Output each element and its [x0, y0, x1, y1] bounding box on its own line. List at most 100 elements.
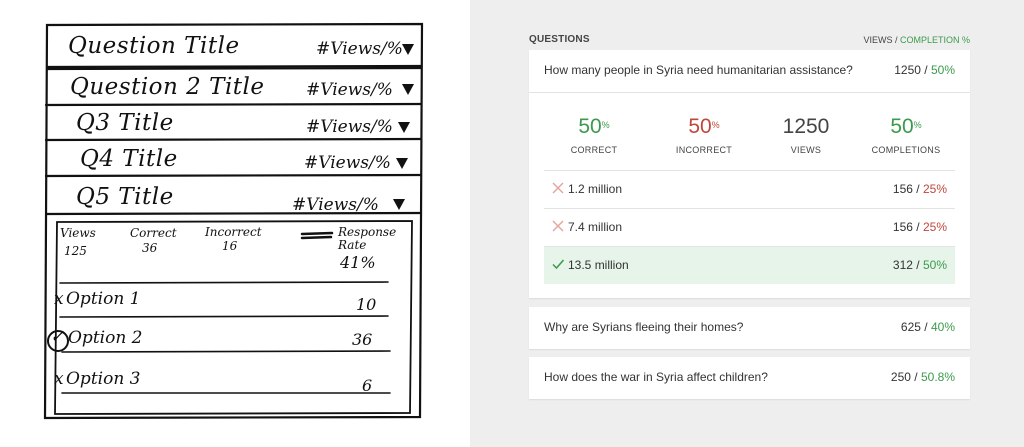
answer-count: 312 [892, 258, 913, 272]
stats-row: 50% CORRECT 50% INCORRECT 1250 VIEWS 50%… [529, 93, 970, 169]
stat-incorrect: 50% INCORRECT [649, 115, 759, 155]
stat-correct: 50% CORRECT [539, 115, 649, 155]
question-card[interactable]: How does the war in Syria affect childre… [529, 357, 970, 399]
sketch-option-value: 10 [356, 295, 377, 314]
stat-label: INCORRECT [675, 145, 733, 155]
views-count: 250 [890, 370, 911, 384]
sketch-chevron-down-icon [402, 44, 414, 55]
sketch-option-mark: x [54, 369, 64, 389]
stat-value: 50% [539, 115, 649, 139]
sketch-stat-value: 16 [222, 239, 238, 253]
sketch-row-1-title: Question Title [68, 33, 240, 59]
x-icon [552, 220, 564, 232]
answer-metric: 312 / 50% [893, 258, 947, 272]
section-header: QUESTIONS VIEWS / COMPLETION % [529, 34, 970, 48]
stat-value: 50% [851, 115, 961, 139]
check-icon [552, 259, 564, 270]
stat-completions: 50% COMPLETIONS [851, 115, 961, 155]
sketch-chevron-down-icon [396, 158, 408, 169]
question-row[interactable]: How does the war in Syria affect childre… [529, 357, 970, 399]
column-legend: VIEWS / COMPLETION % [863, 35, 970, 45]
stat-label: VIEWS [790, 145, 822, 155]
stat-number: 50 [688, 115, 712, 138]
sketch-option-label: Option 3 [66, 369, 141, 389]
sketch-stat-label: Incorrect [205, 225, 262, 239]
answer-percent: 50% [922, 258, 947, 272]
completion-legend: COMPLETION % [899, 35, 970, 45]
answer-percent: 25% [922, 182, 947, 196]
stat-label: CORRECT [570, 145, 618, 155]
sketch-row-2-metric: #Views/% [306, 80, 393, 100]
sketch-row-2-title: Question 2 Title [70, 74, 265, 100]
sketch-stat-value: 36 [142, 241, 158, 255]
sketch-option-value: 36 [352, 330, 373, 349]
answer-metric: 156 / 25% [893, 220, 947, 234]
metric-separator: / [912, 258, 923, 272]
sketch-stat-label: Response Rate [338, 225, 397, 252]
metric-separator: / [912, 182, 923, 196]
question-card[interactable]: Why are Syrians fleeing their homes? 625… [529, 307, 970, 349]
metric-separator: / [920, 320, 931, 334]
sketch-row-5-metric: #Views/% [292, 195, 379, 215]
stat-number: 1250 [782, 115, 830, 138]
stat-views: 1250 VIEWS [751, 115, 861, 155]
sketch-chevron-down-icon [398, 122, 410, 133]
views-legend: VIEWS [863, 35, 893, 45]
stat-label: COMPLETIONS [871, 145, 941, 155]
stat-number: 50 [890, 115, 914, 138]
sketch-stat-label: Correct [130, 226, 177, 240]
sketch-option-label: Option 2 [68, 328, 143, 348]
answer-option-correct[interactable]: 13.5 million 312 / 50% [544, 246, 955, 284]
metric-separator: / [912, 220, 923, 234]
answer-option[interactable]: 7.4 million 156 / 25% [544, 208, 955, 246]
stat-unit: % [711, 120, 720, 130]
sketch-stat-value: 41% [340, 253, 376, 272]
answer-label: 7.4 million [568, 220, 623, 234]
question-card-expanded: How many people in Syria need humanitari… [529, 50, 970, 298]
answer-label: 13.5 million [568, 258, 629, 272]
sketch-chevron-down-icon [393, 199, 405, 210]
stat-unit: % [601, 120, 610, 130]
stat-value: 50% [649, 115, 759, 139]
sketch-row-3-metric: #Views/% [306, 117, 393, 137]
question-metric: 1250 / 50% [894, 63, 955, 77]
sketch-stat-label: Views [60, 226, 96, 240]
sketch-option-mark: x [54, 289, 64, 309]
completion-rate: 40% [930, 320, 955, 334]
x-icon [552, 182, 564, 194]
question-text: How does the war in Syria affect childre… [544, 370, 768, 384]
sketch-row-1-metric: #Views/% [316, 39, 403, 59]
wireframe-sketch: Question Title #Views/% Question 2 Title… [0, 0, 470, 447]
completion-rate: 50.8% [920, 370, 955, 384]
answer-count: 156 [892, 182, 913, 196]
answer-option[interactable]: 1.2 million 156 / 25% [544, 170, 955, 208]
stat-number: 50 [578, 115, 602, 138]
answer-percent: 25% [922, 220, 947, 234]
sketch-row-3-title: Q3 Title [76, 110, 174, 136]
question-row[interactable]: How many people in Syria need humanitari… [529, 50, 970, 92]
sketch-option-value: 6 [362, 376, 373, 395]
sketch-chevron-down-icon [402, 84, 414, 95]
question-text: How many people in Syria need humanitari… [544, 63, 853, 77]
sketch-stat-value: 125 [64, 244, 87, 258]
sketch-row-4-title: Q4 Title [80, 146, 178, 172]
completion-rate: 50% [930, 63, 955, 77]
views-count: 625 [900, 320, 921, 334]
legend-separator: / [892, 35, 900, 45]
question-metric: 250 / 50.8% [891, 370, 955, 384]
stat-value: 1250 [751, 115, 861, 139]
metric-separator: / [920, 63, 931, 77]
question-row[interactable]: Why are Syrians fleeing their homes? 625… [529, 307, 970, 349]
answer-metric: 156 / 25% [893, 182, 947, 196]
views-count: 1250 [894, 63, 921, 77]
sketch-row-4-metric: #Views/% [304, 153, 391, 173]
questions-panel: QUESTIONS VIEWS / COMPLETION % How many … [470, 0, 1024, 447]
sketch-row-5-title: Q5 Title [76, 184, 174, 210]
answer-options: 1.2 million 156 / 25% 7.4 million 156 / … [544, 170, 955, 284]
metric-separator: / [910, 370, 921, 384]
sketch-option-mark: ✓ [50, 327, 65, 347]
answer-count: 156 [892, 220, 913, 234]
sketch-option-label: Option 1 [66, 289, 141, 309]
question-text: Why are Syrians fleeing their homes? [544, 320, 744, 334]
question-metric: 625 / 40% [901, 320, 955, 334]
